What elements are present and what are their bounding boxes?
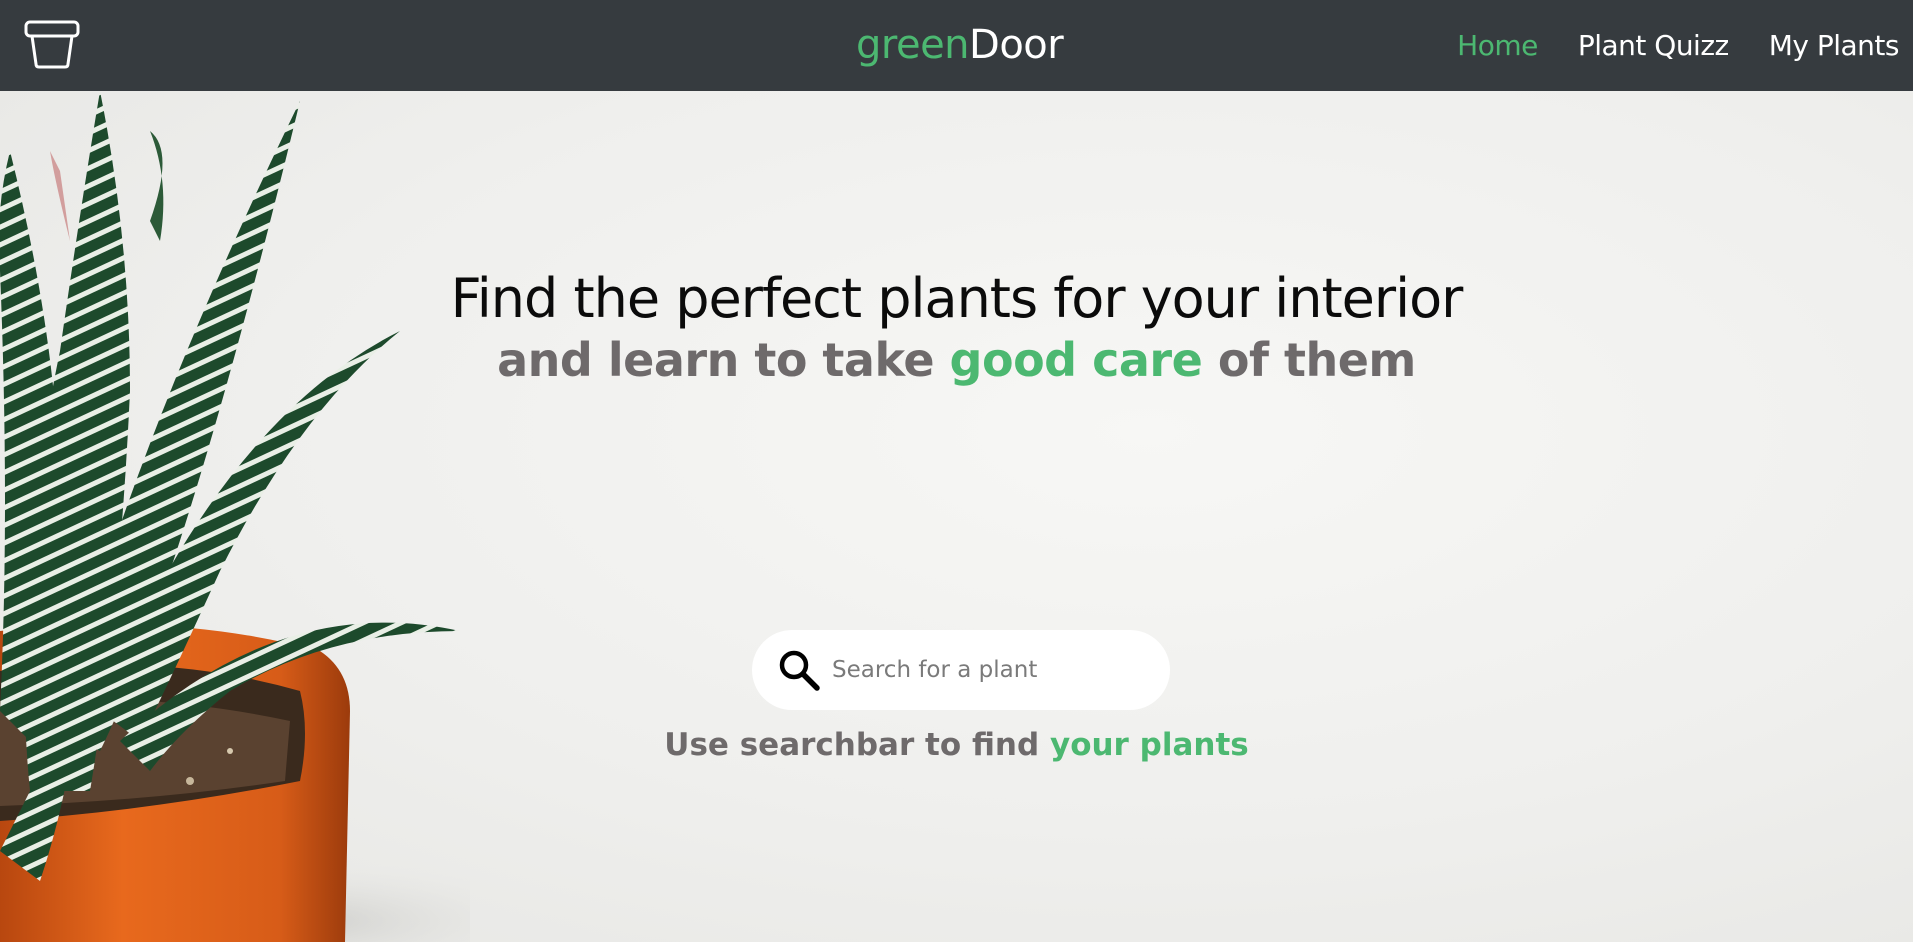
subline-post-text: of them <box>1202 333 1417 387</box>
hint-highlight: your plants <box>1049 727 1249 763</box>
hero-subline: and learn to take good care of them <box>0 333 1913 387</box>
search-input[interactable] <box>832 650 1132 690</box>
search-icon[interactable] <box>778 649 820 691</box>
nav-link-plant-quizz[interactable]: Plant Quizz <box>1578 29 1729 62</box>
nav-links: Home Plant Quizz My Plants <box>1457 24 1899 66</box>
subline-highlight: good care <box>949 333 1203 387</box>
hint-pre-text: Use searchbar to find <box>664 727 1050 763</box>
top-navbar: greenDoor Home Plant Quizz My Plants <box>0 0 1913 91</box>
nav-link-home[interactable]: Home <box>1457 29 1538 62</box>
plant-pot-icon[interactable] <box>24 20 80 70</box>
brand-logo[interactable]: greenDoor <box>856 20 1064 70</box>
brand-green-part: green <box>856 22 970 68</box>
hero-section: Find the perfect plants for your interio… <box>0 91 1913 942</box>
search-hint: Use searchbar to find your plants <box>0 727 1913 763</box>
potted-zebra-plant-image <box>0 91 470 942</box>
hero-headline: Find the perfect plants for your interio… <box>450 267 1464 330</box>
nav-link-my-plants[interactable]: My Plants <box>1769 29 1900 62</box>
search-bar[interactable] <box>752 630 1170 710</box>
subline-pre-text: and learn to take <box>497 333 950 387</box>
brand-door-part: Door <box>969 22 1064 68</box>
